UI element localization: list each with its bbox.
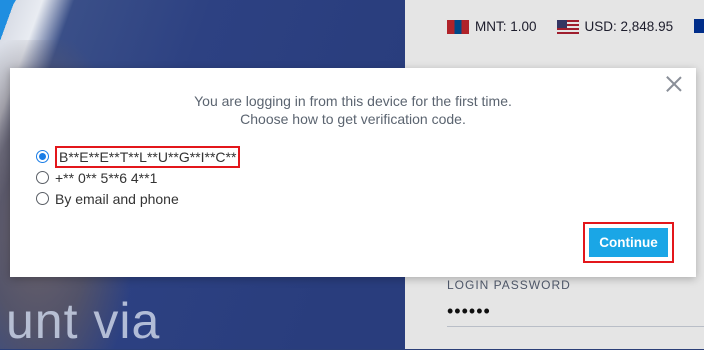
corner-accent [0,0,16,26]
option-email-and-phone[interactable]: By email and phone [36,188,240,209]
option-phone-label: +** 0** 5**6 4**1 [55,169,158,186]
close-icon[interactable] [664,74,684,94]
radio-phone[interactable] [36,171,49,184]
option-phone[interactable]: +** 0** 5**6 4**1 [36,167,240,188]
continue-button[interactable]: Continue [589,228,668,257]
verification-dialog: You are logging in from this device for … [10,68,696,277]
message-line-2: Choose how to get verification code. [240,111,466,127]
radio-email-and-phone[interactable] [36,192,49,205]
dialog-message: You are logging in from this device for … [10,92,696,128]
verification-options: B**E**E**T**L**U**G**I**C** +** 0** 5**6… [36,145,241,209]
hero-text: unt via [6,293,161,349]
radio-email[interactable] [36,150,49,163]
option-email[interactable]: B**E**E**T**L**U**G**I**C** [36,145,241,168]
continue-highlight: Continue [583,222,674,263]
message-line-1: You are logging in from this device for … [194,93,512,109]
option-email-label: B**E**E**T**L**U**G**I**C** [55,145,241,168]
option-both-label: By email and phone [55,190,179,207]
